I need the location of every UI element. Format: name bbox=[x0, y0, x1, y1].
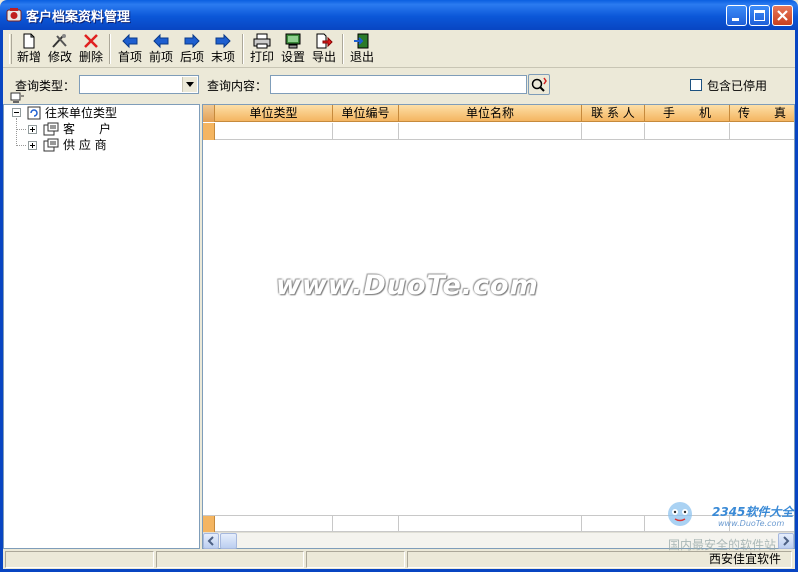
print-button[interactable]: 打印 bbox=[247, 32, 277, 66]
query-type-select[interactable] bbox=[79, 75, 199, 94]
footer-cell bbox=[582, 516, 645, 533]
scroll-left-button[interactable] bbox=[203, 533, 219, 549]
edit-button[interactable]: 修改 bbox=[45, 32, 75, 66]
title-bar[interactable]: 客户档案资料管理 bbox=[0, 0, 798, 30]
close-button[interactable] bbox=[772, 5, 793, 26]
previous-record-button[interactable]: 前项 bbox=[146, 32, 176, 66]
last-record-button[interactable]: 末项 bbox=[208, 32, 238, 66]
row-indicator[interactable] bbox=[203, 123, 215, 140]
exit-door-icon bbox=[354, 33, 369, 49]
tree-line bbox=[16, 145, 26, 146]
search-icon bbox=[531, 77, 547, 92]
table-cell[interactable] bbox=[645, 123, 730, 140]
delete-x-icon bbox=[84, 34, 98, 48]
maximize-button[interactable] bbox=[749, 5, 770, 26]
printer-icon bbox=[253, 33, 271, 49]
table-cell[interactable] bbox=[582, 123, 645, 140]
tree-line bbox=[16, 129, 26, 130]
column-header-unit-code[interactable]: 单位编号 bbox=[333, 105, 399, 122]
table-cell[interactable] bbox=[399, 123, 582, 140]
exit-button[interactable]: 退出 bbox=[347, 32, 377, 66]
new-document-icon bbox=[23, 33, 35, 49]
arrow-right-icon bbox=[184, 33, 200, 49]
scroll-thumb[interactable] bbox=[220, 533, 237, 549]
status-panel bbox=[306, 551, 405, 568]
watermark-url: www.DuoTe.com bbox=[718, 519, 785, 528]
arrow-left-icon bbox=[207, 536, 214, 546]
first-record-button[interactable]: 首项 bbox=[115, 32, 145, 66]
monitor-settings-icon bbox=[285, 33, 301, 49]
status-company: 西安佳宜软件 bbox=[407, 551, 792, 568]
status-panel bbox=[156, 551, 304, 568]
unit-data-grid[interactable]: 单位类型 单位编号 单位名称 联 系 人 手 机 传 真 bbox=[202, 104, 795, 549]
arrow-right-icon bbox=[783, 536, 790, 546]
next-record-button[interactable]: 后项 bbox=[177, 32, 207, 66]
close-icon bbox=[777, 10, 788, 21]
new-button[interactable]: 新增 bbox=[14, 32, 44, 66]
include-disabled-label[interactable]: 包含已停用 bbox=[707, 77, 767, 94]
grid-header: 单位类型 单位编号 单位名称 联 系 人 手 机 传 真 bbox=[203, 105, 794, 122]
edit-tools-icon bbox=[52, 34, 67, 48]
arrow-right-icon bbox=[215, 33, 231, 49]
footer-cell bbox=[399, 516, 582, 533]
include-disabled-checkbox[interactable] bbox=[690, 79, 702, 91]
export-icon bbox=[316, 33, 333, 49]
minimize-icon bbox=[732, 18, 739, 21]
column-header-unit-name[interactable]: 单位名称 bbox=[399, 105, 582, 122]
column-header-unit-type[interactable]: 单位类型 bbox=[215, 105, 333, 122]
scroll-right-button[interactable] bbox=[778, 533, 794, 549]
footer-cell bbox=[333, 516, 399, 533]
column-header-contact[interactable]: 联 系 人 bbox=[582, 105, 645, 122]
maximize-icon bbox=[754, 10, 765, 21]
expand-toggle[interactable] bbox=[28, 125, 37, 134]
row-indicator[interactable] bbox=[203, 516, 215, 533]
toolbar: 新增 修改 删除 首项 前项 后项 末项 打印 设置 导出 退出 bbox=[3, 30, 795, 68]
settings-button[interactable]: 设置 bbox=[278, 32, 308, 66]
arrow-left-icon bbox=[122, 33, 138, 49]
collapse-toggle[interactable] bbox=[12, 108, 21, 117]
minimize-button[interactable] bbox=[726, 5, 747, 26]
query-content-input[interactable] bbox=[270, 75, 527, 94]
arrow-left-icon bbox=[153, 33, 169, 49]
column-header-mobile[interactable]: 手 机 bbox=[645, 105, 730, 122]
toolbar-separator bbox=[109, 34, 111, 64]
query-content-label: 查询内容： bbox=[207, 79, 268, 93]
export-button[interactable]: 导出 bbox=[309, 32, 339, 66]
search-button[interactable] bbox=[528, 74, 550, 95]
tree-node-label: 供 应 商 bbox=[63, 138, 107, 152]
folder-tree-icon bbox=[43, 138, 59, 152]
unit-type-tree[interactable]: 往来单位类型 客 户 供 应 商 bbox=[3, 104, 200, 549]
app-icon bbox=[6, 8, 22, 22]
table-cell[interactable] bbox=[730, 123, 794, 140]
refresh-folder-icon bbox=[27, 106, 41, 120]
tree-line bbox=[16, 118, 17, 146]
delete-button[interactable]: 删除 bbox=[76, 32, 106, 66]
chevron-down-icon[interactable] bbox=[182, 77, 197, 92]
table-row[interactable] bbox=[203, 123, 794, 140]
grid-corner[interactable] bbox=[203, 105, 215, 122]
computer-icon bbox=[10, 92, 24, 103]
table-cell[interactable] bbox=[215, 123, 333, 140]
watermark-text: www.DuoTe.com bbox=[276, 270, 539, 301]
column-header-fax[interactable]: 传 真 bbox=[730, 105, 794, 122]
status-bar: 西安佳宜软件 bbox=[3, 550, 795, 569]
tree-node-label: 客 户 bbox=[63, 122, 112, 136]
watermark-brand: 2345软件大全 bbox=[712, 505, 794, 519]
window-title: 客户档案资料管理 bbox=[26, 10, 131, 25]
folder-tree-icon bbox=[43, 122, 59, 136]
grid-footer-row bbox=[203, 515, 794, 533]
table-cell[interactable] bbox=[333, 123, 399, 140]
footer-cell bbox=[215, 516, 333, 533]
mascot-logo-icon bbox=[668, 502, 692, 526]
status-panel bbox=[5, 551, 154, 568]
tree-node-label: 往来单位类型 bbox=[45, 106, 118, 120]
expand-toggle[interactable] bbox=[28, 141, 37, 150]
